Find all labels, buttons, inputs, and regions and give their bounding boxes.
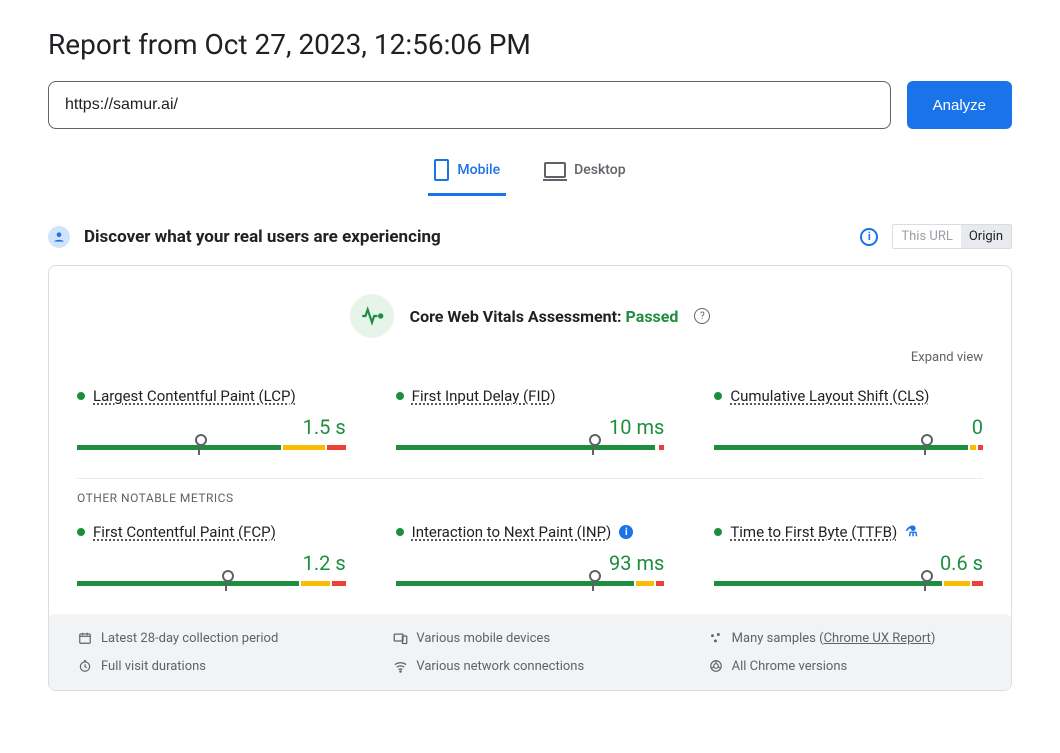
- metric-name[interactable]: Cumulative Layout Shift (CLS): [730, 387, 929, 405]
- collection-footer: Latest 28-day collection period Various …: [49, 614, 1011, 690]
- metric-name[interactable]: Largest Contentful Paint (LCP): [93, 387, 296, 405]
- bar-marker: [924, 439, 926, 455]
- status-dot: [77, 528, 85, 536]
- report-title: Report from Oct 27, 2023, 12:56:06 PM: [48, 28, 1012, 61]
- toggle-this-url[interactable]: This URL: [893, 225, 960, 248]
- analyze-button[interactable]: Analyze: [907, 81, 1012, 129]
- bar-marker: [924, 575, 926, 591]
- metric-name[interactable]: Time to First Byte (TTFB): [730, 523, 897, 541]
- url-origin-toggle[interactable]: This URL Origin: [892, 224, 1012, 249]
- metric-bar: [396, 445, 665, 450]
- toggle-origin[interactable]: Origin: [961, 225, 1011, 248]
- status-dot: [77, 392, 85, 400]
- assessment-help-icon[interactable]: ?: [694, 308, 710, 324]
- section-info-icon[interactable]: i: [860, 228, 878, 246]
- mobile-icon: [434, 159, 449, 181]
- metric-value: 10 ms: [396, 415, 665, 439]
- metric-value: 0: [714, 415, 983, 439]
- desktop-icon: [544, 162, 566, 178]
- footer-network: Various network connections: [392, 658, 667, 674]
- metric-name[interactable]: First Input Delay (FID): [412, 387, 556, 405]
- bar-marker: [225, 575, 227, 591]
- metric-value: 1.5 s: [77, 415, 346, 439]
- metric-bar: [77, 581, 346, 586]
- assessment-text: Core Web Vitals Assessment: Passed: [410, 307, 679, 326]
- metric-bar: [77, 445, 346, 450]
- calendar-icon: [77, 630, 93, 646]
- assessment-card: Core Web Vitals Assessment: Passed ? Exp…: [48, 265, 1012, 691]
- metric: Time to First Byte (TTFB) ⚗ 0.6 s: [714, 523, 983, 586]
- info-badge-icon[interactable]: i: [619, 525, 633, 539]
- metric: Largest Contentful Paint (LCP) 1.5 s: [77, 387, 346, 450]
- tab-mobile[interactable]: Mobile: [428, 149, 506, 196]
- clock-icon: [77, 658, 93, 674]
- status-dot: [714, 392, 722, 400]
- pulse-icon: [350, 294, 394, 338]
- status-dot: [396, 392, 404, 400]
- divider: [77, 478, 983, 479]
- metric-bar: [714, 445, 983, 450]
- url-input[interactable]: [48, 81, 891, 129]
- section-title: Discover what your real users are experi…: [84, 227, 846, 247]
- footer-devices: Various mobile devices: [392, 630, 667, 646]
- metric: Interaction to Next Paint (INP) i 93 ms: [396, 523, 665, 586]
- tab-desktop[interactable]: Desktop: [538, 149, 631, 196]
- metric-value: 93 ms: [396, 551, 665, 575]
- experimental-icon[interactable]: ⚗: [905, 524, 918, 540]
- crux-link[interactable]: Chrome UX Report: [824, 631, 931, 646]
- metric-bar: [714, 581, 983, 586]
- users-icon: [48, 226, 70, 248]
- tab-desktop-label: Desktop: [574, 162, 625, 178]
- metric: First Input Delay (FID) 10 ms: [396, 387, 665, 450]
- bar-marker: [592, 575, 594, 591]
- metric-name[interactable]: First Contentful Paint (FCP): [93, 523, 276, 541]
- chrome-icon: [708, 658, 724, 674]
- devices-icon: [392, 630, 408, 646]
- status-dot: [396, 528, 404, 536]
- metric-name[interactable]: Interaction to Next Paint (INP): [412, 523, 612, 541]
- footer-versions: All Chrome versions: [708, 658, 983, 674]
- status-dot: [714, 528, 722, 536]
- bar-marker: [592, 439, 594, 455]
- metric: First Contentful Paint (FCP) 1.2 s: [77, 523, 346, 586]
- expand-view-link[interactable]: Expand view: [77, 350, 983, 365]
- footer-durations: Full visit durations: [77, 658, 352, 674]
- footer-samples: Many samples (Chrome UX Report): [708, 630, 983, 646]
- metric: Cumulative Layout Shift (CLS) 0: [714, 387, 983, 450]
- footer-period: Latest 28-day collection period: [77, 630, 352, 646]
- wifi-icon: [392, 658, 408, 674]
- bar-marker: [198, 439, 200, 455]
- metric-value: 1.2 s: [77, 551, 346, 575]
- metric-value: 0.6 s: [714, 551, 983, 575]
- other-metrics-label: OTHER NOTABLE METRICS: [77, 491, 983, 505]
- tab-mobile-label: Mobile: [457, 162, 500, 178]
- metric-bar: [396, 581, 665, 586]
- scatter-icon: [708, 630, 724, 646]
